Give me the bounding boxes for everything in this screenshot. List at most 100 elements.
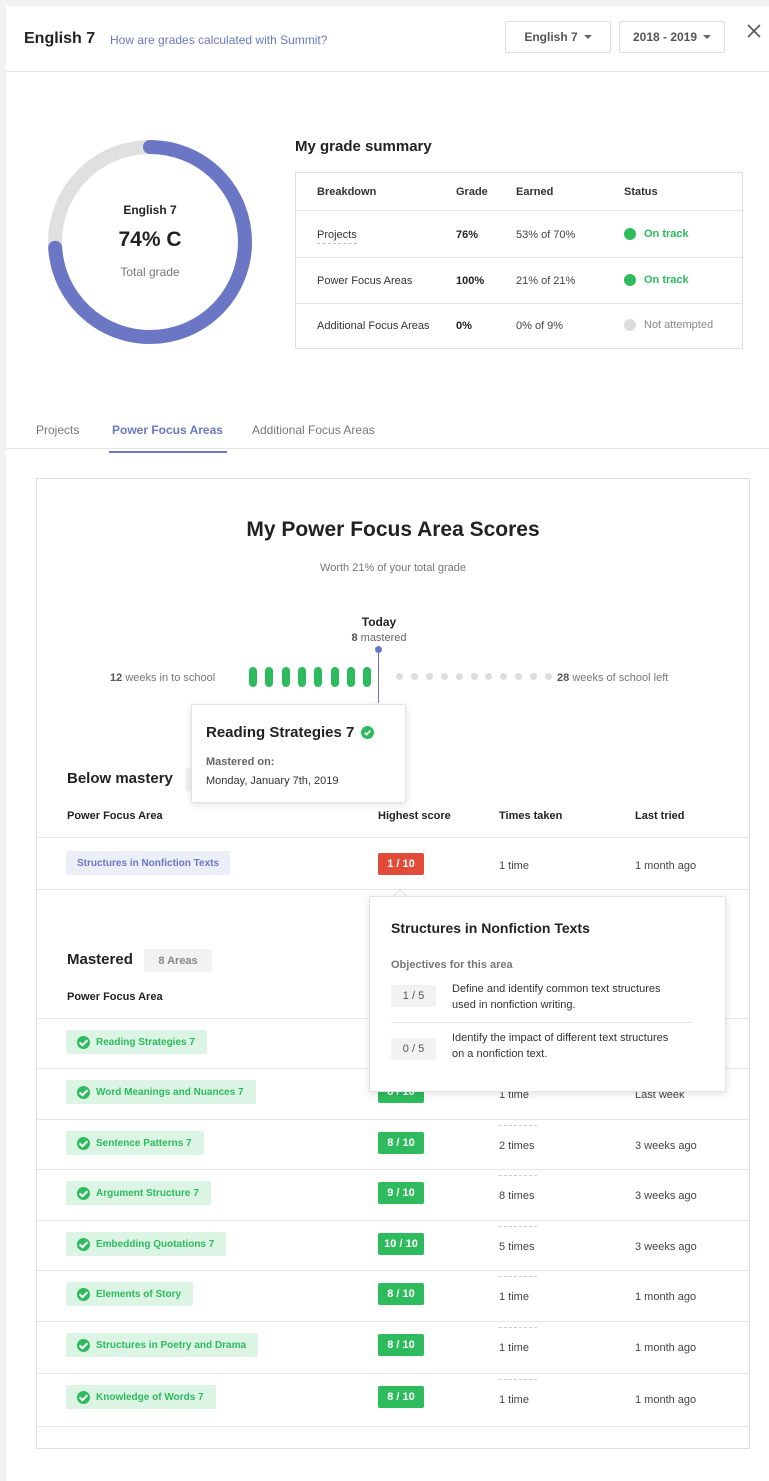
mastered-week-marker[interactable] xyxy=(314,667,323,687)
donut-course-label: English 7 xyxy=(123,203,177,217)
area-name: Argument Structure 7 xyxy=(96,1187,199,1199)
score-badge[interactable]: 8 / 10 xyxy=(378,1132,424,1154)
divider xyxy=(37,1220,749,1221)
area-tag[interactable]: Structures in Nonfiction Texts xyxy=(66,851,231,875)
earned-value: 0% of 9% xyxy=(516,320,564,332)
status-badge: Not attempted xyxy=(624,319,714,332)
tooltip-date: Monday, January 7th, 2019 xyxy=(206,775,339,787)
last-tried: 3 weeks ago xyxy=(635,1140,697,1152)
objective-text: Identify the impact of different text st… xyxy=(452,1030,668,1062)
grades-calculation-link[interactable]: How are grades calculated with Summit? xyxy=(110,33,327,47)
tab-power-focus-areas[interactable]: Power Focus Areas xyxy=(112,423,223,437)
mastered-week-marker[interactable] xyxy=(330,667,339,687)
upcoming-week-marker xyxy=(470,673,478,680)
score-badge[interactable]: 9 / 10 xyxy=(378,1182,424,1204)
check-circle-icon xyxy=(77,1338,90,1352)
check-circle-icon xyxy=(77,1035,90,1049)
column-header: Status xyxy=(624,186,658,198)
grade-summary-title: My grade summary xyxy=(295,138,432,155)
mastered-week-marker[interactable] xyxy=(297,667,306,687)
upcoming-week-marker xyxy=(410,673,418,680)
upcoming-week-marker xyxy=(455,673,463,680)
area-name: Structures in Poetry and Drama xyxy=(96,1339,247,1351)
scores-subtitle: Worth 21% of your total grade xyxy=(320,562,466,574)
column-header: Breakdown xyxy=(317,186,377,198)
close-icon[interactable] xyxy=(744,21,764,41)
summary-header-row: Breakdown Grade Earned Status xyxy=(296,173,742,210)
objective-score: 1 / 5 xyxy=(391,985,436,1007)
score-badge[interactable]: 8 / 10 xyxy=(378,1334,424,1356)
area-tag[interactable]: Embedding Quotations 7 xyxy=(66,1232,227,1256)
objective-line: on a nonfiction text. xyxy=(452,1048,548,1060)
area-tag[interactable]: Reading Strategies 7 xyxy=(66,1030,207,1054)
upcoming-week-marker xyxy=(425,673,433,680)
score-badge[interactable]: 8 / 10 xyxy=(378,1283,424,1305)
weeks-left-label: 28 weeks of school left xyxy=(557,672,668,684)
tab-additional-focus-areas[interactable]: Additional Focus Areas xyxy=(252,423,375,437)
check-circle-icon xyxy=(77,1287,90,1301)
dashed-underline xyxy=(499,1379,537,1380)
mastered-week-marker[interactable] xyxy=(346,667,355,687)
times-taken: 1 time xyxy=(499,860,529,872)
last-tried: 1 month ago xyxy=(635,1342,697,1354)
area-name: Sentence Patterns 7 xyxy=(96,1137,192,1149)
dashed-underline xyxy=(499,1327,537,1328)
upcoming-week-marker xyxy=(515,673,523,680)
year-select[interactable]: 2018 - 2019 xyxy=(619,21,725,53)
area-tag[interactable]: Structures in Poetry and Drama xyxy=(66,1333,259,1357)
status-text: Not attempted xyxy=(644,319,714,331)
score-badge[interactable]: 8 / 10 xyxy=(378,1386,424,1408)
objectives-popover: Structures in Nonfiction Texts Objective… xyxy=(369,896,726,1092)
status-dot-icon xyxy=(624,228,636,241)
status-text: On track xyxy=(644,274,689,286)
mastered-count-badge: 8 Areas xyxy=(144,949,212,972)
check-circle-icon xyxy=(77,1186,90,1200)
grade-value: 100% xyxy=(456,275,485,287)
objective-line: used in nonfiction writing. xyxy=(452,999,576,1011)
last-tried: 1 month ago xyxy=(635,860,697,872)
last-tried: 1 month ago xyxy=(635,1394,697,1406)
objective-line: Identify the impact of different text st… xyxy=(452,1032,669,1044)
modal-header: English 7 How are grades calculated with… xyxy=(6,6,769,72)
area-tag[interactable]: Sentence Patterns 7 xyxy=(66,1131,204,1155)
area-tag[interactable]: Elements of Story xyxy=(66,1282,194,1306)
area-tag[interactable]: Knowledge of Words 7 xyxy=(66,1385,216,1409)
popover-subtitle: Objectives for this area xyxy=(391,959,513,971)
mastered-number: 8 xyxy=(351,632,358,644)
active-tab-indicator xyxy=(109,451,227,453)
mastered-week-marker[interactable] xyxy=(363,667,372,687)
timeline-mastered-count: 8 mastered xyxy=(327,632,431,644)
check-circle-icon xyxy=(77,1237,90,1251)
mastered-week-marker[interactable] xyxy=(265,667,274,687)
dashed-underline xyxy=(499,1125,537,1126)
tooltip-label: Mastered on: xyxy=(206,756,275,768)
upcoming-week-marker xyxy=(500,673,508,680)
area-tag[interactable]: Argument Structure 7 xyxy=(66,1181,211,1205)
area-name: Embedding Quotations 7 xyxy=(96,1238,215,1250)
earned-value: 53% of 70% xyxy=(516,229,576,241)
tab-projects[interactable]: Projects xyxy=(36,423,79,437)
grade-value: 0% xyxy=(456,320,472,332)
status-badge: On track xyxy=(624,274,689,287)
times-taken: 1 time xyxy=(499,1394,529,1406)
area-name: Reading Strategies 7 xyxy=(96,1036,195,1048)
last-tried: 3 weeks ago xyxy=(635,1190,697,1202)
status-badge: On track xyxy=(624,228,689,241)
score-badge[interactable]: 10 / 10 xyxy=(378,1233,424,1255)
mastered-week-marker[interactable] xyxy=(281,667,290,687)
today-marker-line xyxy=(378,649,379,703)
course-select[interactable]: English 7 xyxy=(505,21,611,53)
breakdown-label[interactable]: Projects xyxy=(317,229,357,244)
objective-score: 0 / 5 xyxy=(391,1038,436,1060)
scores-title: My Power Focus Area Scores xyxy=(246,518,540,541)
divider xyxy=(37,1169,749,1170)
area-tag[interactable]: Word Meanings and Nuances 7 xyxy=(66,1080,256,1104)
last-tried: 3 weeks ago xyxy=(635,1241,697,1253)
donut-subtitle: Total grade xyxy=(120,265,180,279)
weeks-in-number: 12 xyxy=(110,672,123,684)
grade-value: 76% xyxy=(456,229,479,241)
upcoming-week-marker xyxy=(545,673,552,680)
upcoming-week-marker xyxy=(485,673,493,680)
score-badge[interactable]: 1 / 10 xyxy=(378,853,424,875)
mastered-week-marker[interactable] xyxy=(249,667,257,687)
